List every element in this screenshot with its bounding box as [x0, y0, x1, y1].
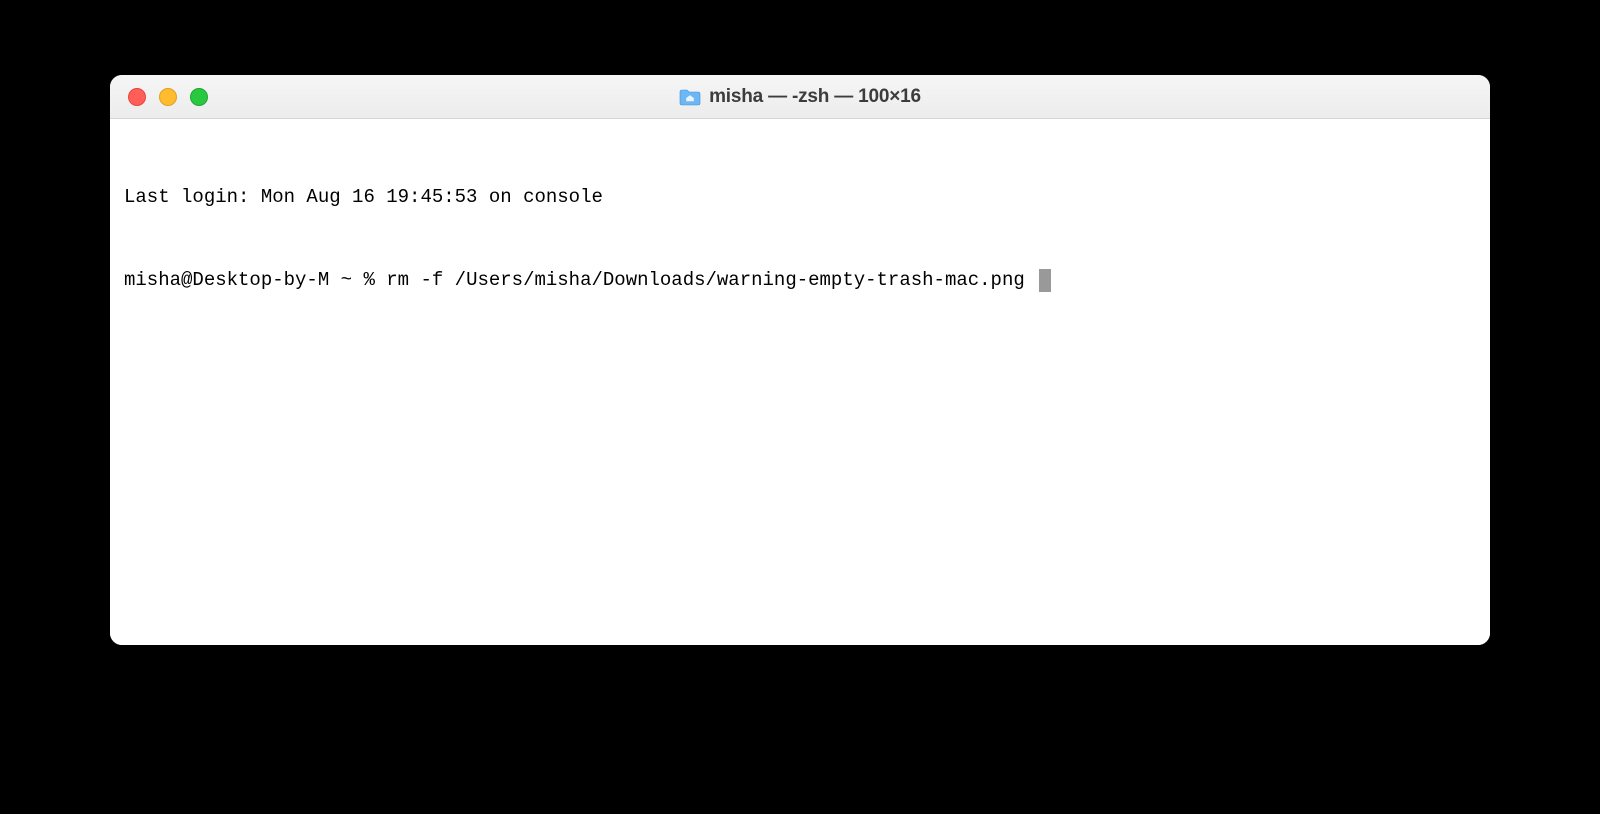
close-button[interactable] — [128, 88, 146, 106]
prompt-line[interactable]: misha@Desktop-by-M ~ % rm -f /Users/mish… — [124, 267, 1476, 295]
window-title: misha — -zsh — 100×16 — [709, 86, 921, 108]
titlebar[interactable]: misha — -zsh — 100×16 — [110, 75, 1490, 119]
command-text: rm -f /Users/misha/Downloads/warning-emp… — [386, 267, 1036, 295]
minimize-button[interactable] — [159, 88, 177, 106]
output-line: Last login: Mon Aug 16 19:45:53 on conso… — [124, 184, 1476, 212]
terminal-body[interactable]: Last login: Mon Aug 16 19:45:53 on conso… — [110, 119, 1490, 645]
terminal-window: misha — -zsh — 100×16 Last login: Mon Au… — [110, 75, 1490, 645]
cursor — [1039, 269, 1051, 292]
folder-home-icon — [679, 88, 701, 106]
maximize-button[interactable] — [190, 88, 208, 106]
title-wrap: misha — -zsh — 100×16 — [679, 86, 921, 108]
traffic-lights — [128, 88, 208, 106]
prompt-text: misha@Desktop-by-M ~ % — [124, 267, 386, 295]
